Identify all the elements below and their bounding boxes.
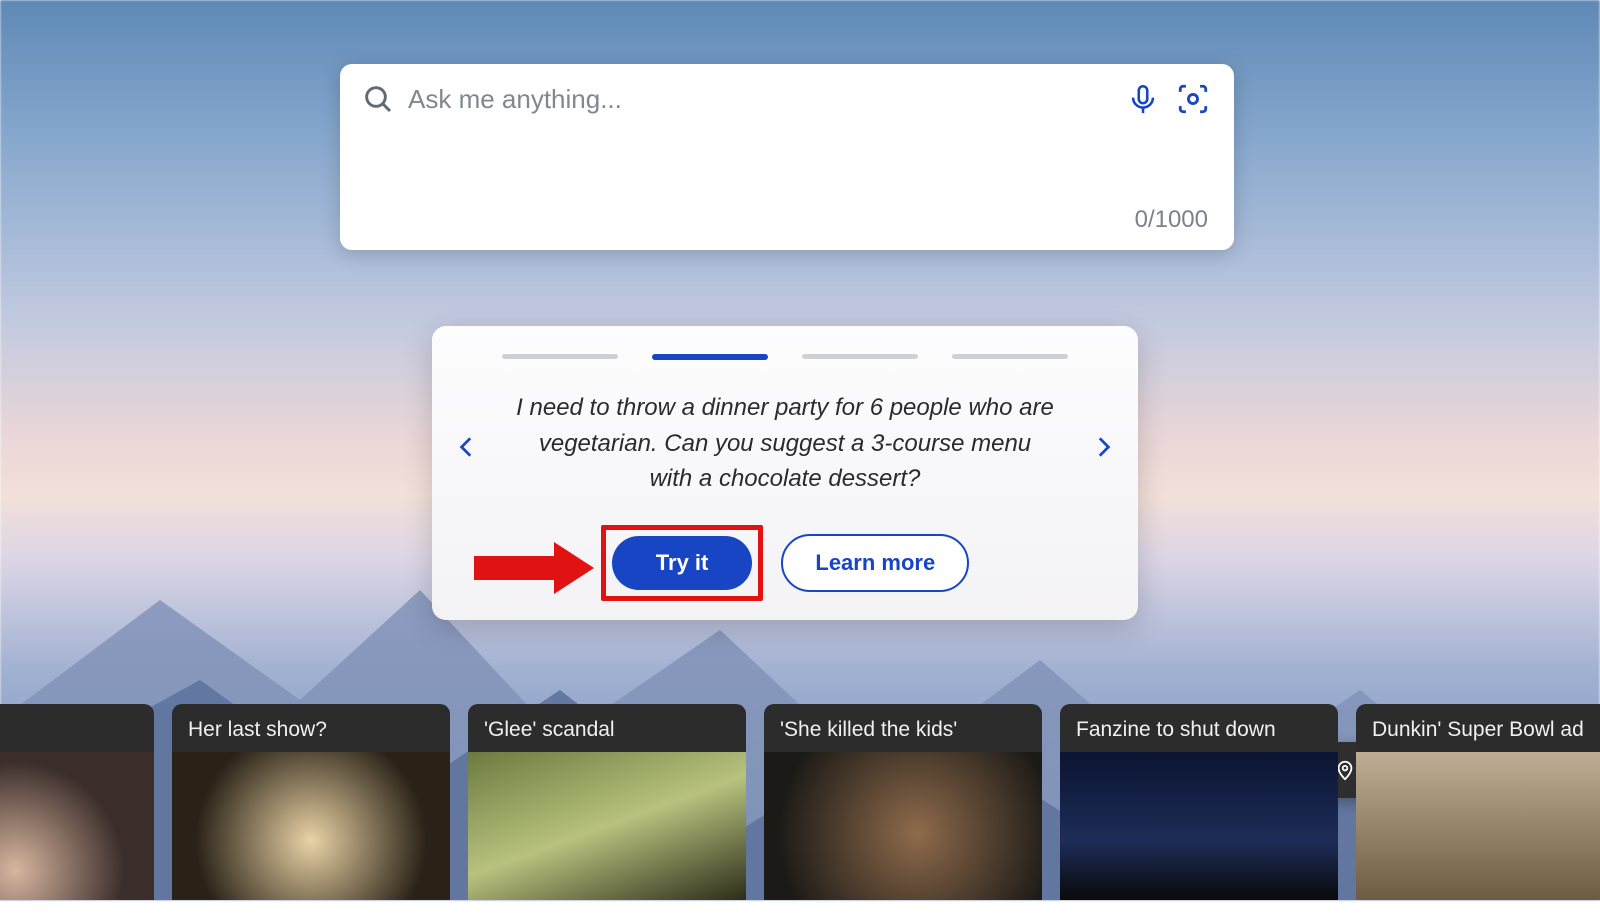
carousel-indicator-1[interactable] bbox=[502, 354, 618, 359]
news-card-title: Fanzine to shut down bbox=[1060, 704, 1338, 752]
news-card-title: Dunkin' Super Bowl ad bbox=[1356, 704, 1600, 752]
search-box[interactable]: 0/1000 bbox=[340, 64, 1234, 250]
highlight-annotation: Try it bbox=[601, 525, 764, 601]
carousel-indicator-4[interactable] bbox=[952, 354, 1068, 359]
search-icon bbox=[362, 83, 394, 115]
news-card-title: Her last show? bbox=[172, 704, 450, 752]
news-card[interactable]: Fanzine to shut down bbox=[1060, 704, 1338, 900]
carousel-indicator-3[interactable] bbox=[802, 354, 918, 359]
carousel-indicator-2[interactable] bbox=[652, 354, 768, 360]
news-card-title: sies' bbox=[0, 704, 154, 752]
suggestion-carousel: I need to throw a dinner party for 6 peo… bbox=[432, 326, 1138, 620]
try-it-button[interactable]: Try it bbox=[612, 536, 753, 590]
news-card[interactable]: 'She killed the kids' bbox=[764, 704, 1042, 900]
news-card-thumbnail bbox=[764, 752, 1042, 900]
carousel-prev-icon[interactable] bbox=[454, 434, 480, 460]
learn-more-button[interactable]: Learn more bbox=[781, 534, 969, 592]
search-input[interactable] bbox=[408, 84, 1112, 115]
news-card[interactable]: Her last show? bbox=[172, 704, 450, 900]
carousel-next-icon[interactable] bbox=[1090, 434, 1116, 460]
news-card-thumbnail bbox=[0, 752, 154, 900]
news-card-title: 'Glee' scandal bbox=[468, 704, 746, 752]
visual-search-icon[interactable] bbox=[1176, 82, 1210, 116]
microphone-icon[interactable] bbox=[1126, 82, 1160, 116]
news-card[interactable]: 'Glee' scandal bbox=[468, 704, 746, 900]
news-row: sies' Her last show? 'Glee' scandal 'She… bbox=[0, 704, 1600, 900]
news-card-thumbnail bbox=[1060, 752, 1338, 900]
news-card-thumbnail bbox=[468, 752, 746, 900]
news-card-title: 'She killed the kids' bbox=[764, 704, 1042, 752]
news-card[interactable]: Dunkin' Super Bowl ad bbox=[1356, 704, 1600, 900]
news-card[interactable]: sies' bbox=[0, 704, 154, 900]
news-card-thumbnail bbox=[172, 752, 450, 900]
suggestion-text: I need to throw a dinner party for 6 peo… bbox=[515, 390, 1055, 497]
character-count: 0/1000 bbox=[1135, 206, 1208, 234]
news-card-thumbnail bbox=[1356, 752, 1600, 900]
carousel-indicators bbox=[456, 354, 1114, 360]
